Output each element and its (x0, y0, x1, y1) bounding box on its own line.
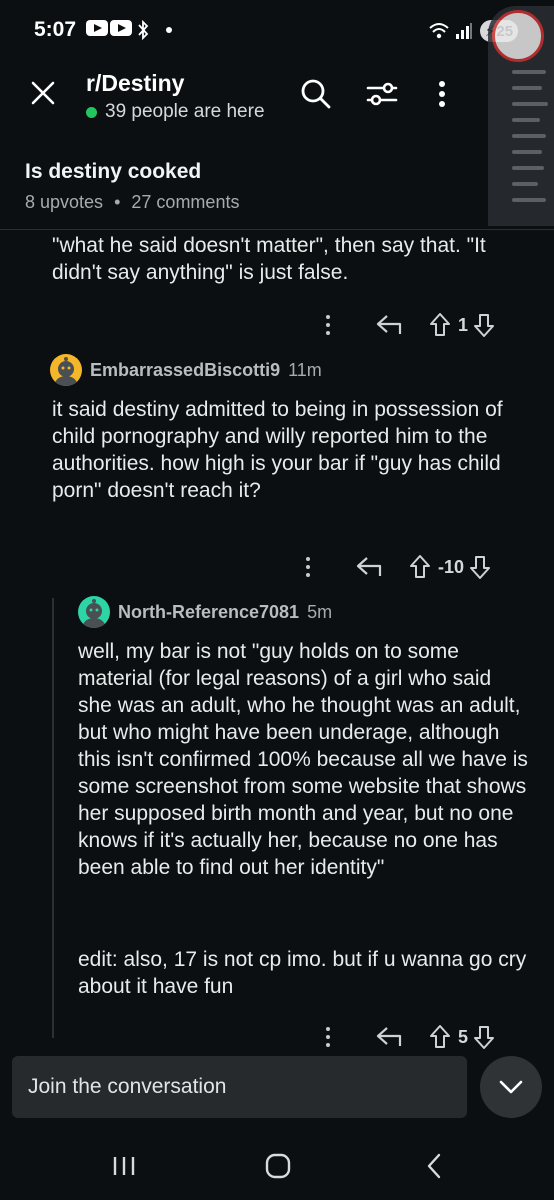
post-meta: 8 upvotes • 27 comments (25, 192, 239, 213)
post-header: Is destiny cooked 8 upvotes • 27 comment… (25, 160, 239, 213)
bluetooth-icon (138, 20, 149, 40)
overlay-line (512, 198, 546, 202)
search-icon[interactable] (298, 76, 334, 112)
join-conversation-input[interactable]: Join the conversation (12, 1056, 467, 1118)
filter-settings-icon[interactable] (364, 76, 400, 112)
comment-username[interactable]: EmbarrassedBiscotti9 (90, 360, 280, 381)
wifi-icon (429, 23, 449, 39)
signal-icon (456, 23, 472, 39)
user-avatar (492, 10, 544, 62)
thread-line (52, 598, 54, 1038)
upvote-icon[interactable] (428, 312, 452, 338)
recent-apps-icon (113, 1157, 135, 1175)
more-options-icon[interactable] (424, 76, 460, 112)
status-time: 5:07 (34, 18, 77, 41)
home-button[interactable] (258, 1152, 298, 1180)
overlay-line (512, 70, 546, 74)
back-icon (427, 1153, 441, 1179)
overlay-line (512, 102, 548, 106)
snoo-avatar-icon (83, 599, 105, 628)
overlay-line (512, 182, 538, 186)
overlay-line (512, 118, 540, 122)
close-icon[interactable] (28, 78, 58, 108)
comment-header: EmbarrassedBiscotti9 11m (50, 354, 322, 386)
back-button[interactable] (414, 1152, 454, 1180)
post-title: Is destiny cooked (25, 160, 202, 183)
comment-time: 5m (307, 601, 333, 622)
comment-header: North-Reference7081 5m (78, 596, 332, 628)
app-bar: r/Destiny 39 people are here (0, 60, 554, 140)
comment-actions: -10 (296, 552, 492, 582)
youtube-notification-icon (110, 20, 132, 36)
comment-text: "what he said doesn't matter", then say … (52, 234, 486, 284)
overlay-line (512, 86, 542, 90)
system-nav-bar (0, 1130, 554, 1200)
overlay-line (512, 134, 546, 138)
divider (0, 229, 554, 230)
comment-time: 11m (288, 359, 322, 380)
comment-edit-text: edit: also, 17 is not cp imo. but if u w… (78, 948, 527, 998)
avatar[interactable] (50, 354, 82, 386)
reply-icon[interactable] (354, 554, 384, 580)
vote-score: 1 (458, 314, 469, 335)
reply-icon[interactable] (374, 312, 404, 338)
comment-text: it said destiny admitted to being in pos… (52, 398, 503, 502)
comment-more-icon[interactable] (316, 1022, 340, 1052)
comment-username[interactable]: North-Reference7081 (118, 602, 299, 623)
status-bar: 5:07 ⚡ 25 (0, 0, 554, 60)
meta-separator: • (114, 192, 121, 212)
recent-apps-button[interactable] (104, 1152, 144, 1180)
online-status-dot (86, 106, 97, 118)
comment-more-icon[interactable] (316, 310, 340, 340)
notification-dot-icon (166, 27, 172, 33)
online-count: 39 people are here (86, 101, 265, 123)
comment-text: well, my bar is not "guy holds on to som… (78, 640, 528, 879)
reply-icon[interactable] (374, 1024, 404, 1050)
comment-more-icon[interactable] (296, 552, 320, 582)
upvote-count: 8 upvotes (25, 192, 104, 212)
snoo-avatar-icon (55, 357, 77, 386)
youtube-notification-icon (86, 20, 108, 36)
avatar[interactable] (78, 596, 110, 628)
vote-score: 5 (458, 1026, 469, 1047)
online-count-label: 39 people are here (105, 101, 265, 122)
floating-chat-overlay[interactable] (488, 6, 554, 226)
downvote-icon[interactable] (472, 312, 496, 338)
comment-actions: 1 (316, 310, 496, 340)
chevron-down-icon (499, 1080, 523, 1094)
vote-score: -10 (438, 556, 465, 577)
comment-count: 27 comments (131, 192, 240, 212)
upvote-icon[interactable] (408, 554, 432, 580)
home-icon (265, 1153, 291, 1179)
downvote-icon[interactable] (468, 554, 492, 580)
subreddit-name[interactable]: r/Destiny (86, 70, 184, 97)
overlay-line (512, 166, 544, 170)
expand-button[interactable] (480, 1056, 542, 1118)
comment-actions: 5 (316, 1022, 496, 1052)
downvote-icon[interactable] (472, 1024, 496, 1050)
upvote-icon[interactable] (428, 1024, 452, 1050)
overlay-line (512, 150, 542, 154)
